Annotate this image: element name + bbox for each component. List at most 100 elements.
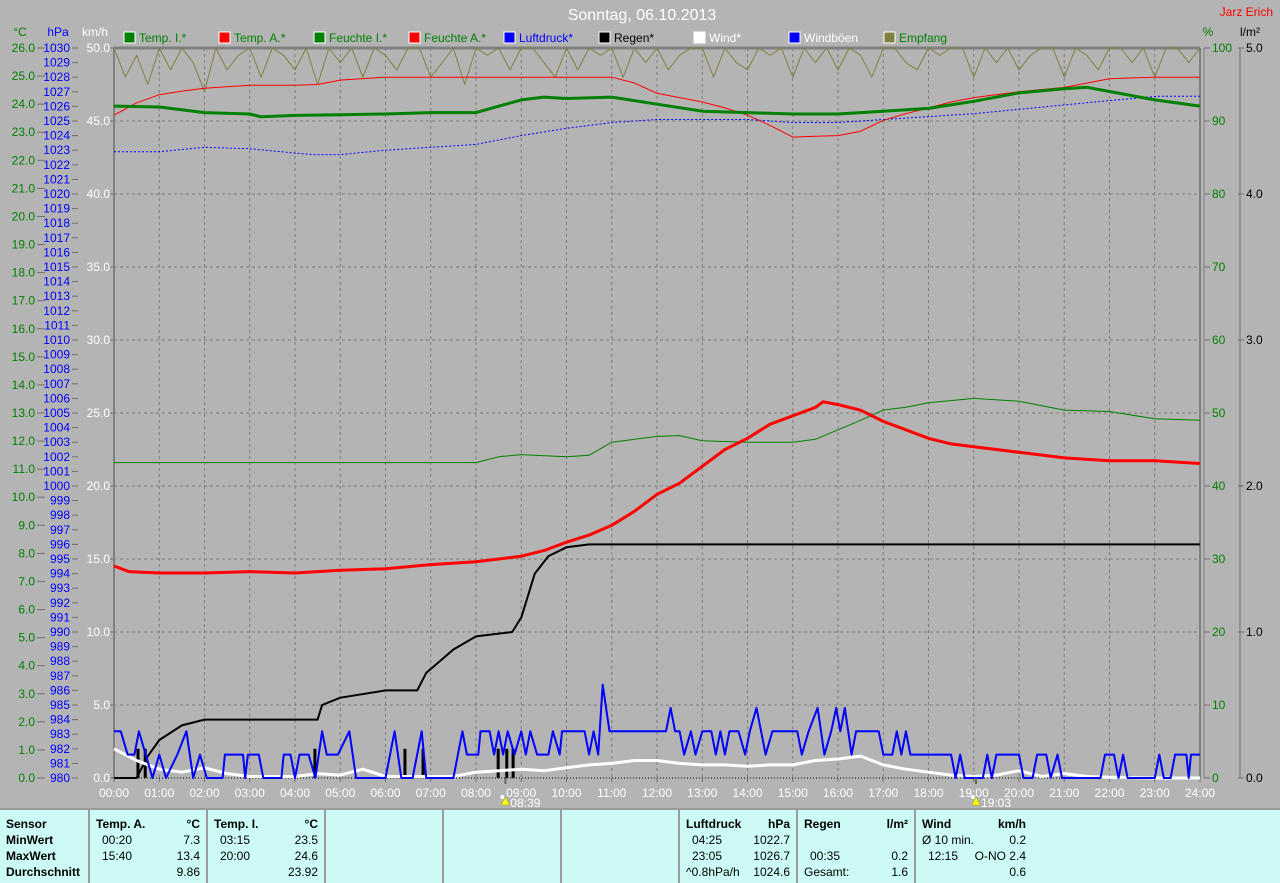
axis-tick-label-hpa: 999 [50, 494, 70, 508]
legend-swatch [123, 31, 136, 44]
axis-tick-label-lm2: 1.0 [1246, 625, 1263, 639]
axis-tick-label-celsius: 22.0 [12, 153, 36, 167]
axis-tick-label-hpa: 1014 [43, 275, 70, 289]
axis-tick-label-celsius: 15.0 [12, 350, 36, 364]
axis-tick-label-hpa: 982 [50, 742, 70, 756]
x-axis-tick-label: 22:00 [1094, 786, 1124, 800]
pressure-max: 1026.7 [753, 849, 790, 863]
summary-panel: Sensor MinWert MaxWert Durchschnitt Temp… [0, 808, 1280, 883]
axis-tick-label-hpa: 994 [50, 567, 70, 581]
weather-chart: Sonntag, 06.10.2013 Jarz Erich Temp. I.*… [12, 5, 1273, 808]
axis-tick-label-hpa: 1005 [43, 406, 70, 420]
axis-tick-label-celsius: 2.0 [18, 715, 35, 729]
axis-tick-label-hpa: 1010 [43, 333, 70, 347]
rain-interval-bar [496, 748, 500, 778]
axis-tick-label-hpa: 985 [50, 698, 70, 712]
summary-temp-a: Temp. A. °C 00:20 7.3 15:40 13.4 9.86 [88, 810, 206, 883]
axis-tick-label-celsius: 5.0 [18, 631, 35, 645]
legend-label: Feuchte I.* [329, 31, 387, 45]
x-axis-tick-label: 03:00 [235, 786, 265, 800]
axis-tick-label-kmh: 50.0 [87, 41, 111, 55]
axis-tick-label-celsius: 17.0 [12, 294, 36, 308]
x-axis-tick-label: 18:00 [913, 786, 943, 800]
axis-tick-label-hpa: 1029 [43, 56, 70, 70]
temp-i-min: 23.5 [294, 833, 318, 847]
sensor-header: Sensor [6, 817, 47, 831]
pressure-max-time: 23:05 [692, 849, 723, 863]
grid [113, 46, 1205, 779]
axis-tick-label-celsius: 4.0 [18, 659, 35, 673]
axis-tick-label-hpa: 996 [50, 537, 70, 551]
x-axis-tick-label: 16:00 [823, 786, 853, 800]
axis-unit-kmh: km/h [82, 25, 108, 39]
legend-swatch [693, 31, 706, 44]
sunrise-cloud-icon [500, 795, 505, 799]
axis-tick-label-hpa: 988 [50, 654, 70, 668]
axis-tick-label-kmh: 0.0 [93, 771, 110, 785]
legend-label: Windböen [804, 31, 858, 45]
rain-header: Regen [804, 817, 841, 831]
axis-tick-label-hpa: 991 [50, 610, 70, 624]
summary-temp-i: Temp. I. °C 03:15 23.5 20:00 24.6 23.92 [206, 810, 324, 883]
axis-tick-label-percent: 90 [1212, 114, 1226, 128]
axis-tick-label-celsius: 10.0 [12, 490, 36, 504]
axis-tick-label-percent: 70 [1212, 260, 1226, 274]
x-axis-tick-label: 24:00 [1185, 786, 1215, 800]
axis-tick-label-celsius: 7.0 [18, 574, 35, 588]
x-axis-tick-label: 11:00 [597, 786, 626, 800]
temp-a-max: 13.4 [176, 849, 200, 863]
wind-unit: km/h [997, 817, 1026, 831]
axis-tick-label-hpa: 1030 [43, 41, 70, 55]
x-axis-tick-label: 04:00 [280, 786, 310, 800]
axis-tick-label-celsius: 11.0 [13, 462, 36, 476]
axis-tick-label-celsius: 8.0 [18, 546, 35, 560]
axis-tick-label-celsius: 3.0 [18, 687, 35, 701]
temp-a-header: Temp. A. [96, 817, 146, 831]
pressure-unit: hPa [767, 817, 790, 831]
axis-unit-lm2: l/m² [1240, 25, 1260, 39]
axis-tick-label-celsius: 20.0 [12, 209, 36, 223]
legend-swatch [218, 31, 231, 44]
axis-tick-label-hpa: 1028 [43, 70, 70, 84]
legend-label: Temp. A.* [234, 31, 286, 45]
wind-header: Wind [922, 817, 952, 831]
legend: Temp. I.* Temp. A.* Feuchte I.* Feuchte A.*… [123, 31, 947, 45]
axis-tick-label-hpa: 990 [50, 625, 70, 639]
axis-tick-label-lm2: 4.0 [1246, 187, 1263, 201]
legend-swatch [408, 31, 421, 44]
legend-label: Feuchte A.* [424, 31, 486, 45]
wind-avg: 0.6 [1009, 865, 1026, 879]
summary-pressure: Luftdruck hPa 04:25 1022.7 23:05 1026.7 ^0.… [678, 810, 796, 883]
wind-gust: O-NO 2.4 [974, 849, 1026, 863]
axis-tick-label-celsius: 25.0 [12, 69, 36, 83]
axis-tick-label-hpa: 993 [50, 581, 70, 595]
temp-i-avg: 23.92 [287, 865, 318, 879]
axis-tick-label-celsius: 1.0 [18, 743, 35, 757]
axis-tick-label-hpa: 983 [50, 727, 70, 741]
wind-avg10-label: Ø 10 min. [922, 833, 975, 847]
rain-unit: l/m² [886, 817, 908, 831]
x-axis-tick-label: 13:00 [687, 786, 717, 800]
axis-tick-label-celsius: 24.0 [12, 97, 36, 111]
sunrise-time-label: 08:39 [510, 796, 540, 808]
legend-swatch [313, 31, 326, 44]
temp-i-max-time: 20:00 [220, 849, 251, 863]
x-axis-tick-label: 08:00 [461, 786, 491, 800]
sunset-time-label: 19:03 [981, 796, 1011, 808]
legend-label: Luftdruck* [519, 31, 573, 45]
axis-tick-label-hpa: 987 [50, 669, 70, 683]
axis-tick-label-celsius: 6.0 [18, 603, 35, 617]
axis-tick-label-hpa: 1013 [43, 289, 70, 303]
author-label: Jarz Erich [1220, 5, 1273, 19]
legend-label: Wind* [709, 31, 741, 45]
axis-tick-label-celsius: 12.0 [12, 434, 36, 448]
axis-tick-label-celsius: 13.0 [12, 406, 36, 420]
axis-tick-label-hpa: 1007 [43, 377, 70, 391]
axis-unit-percent: % [1203, 25, 1214, 39]
axis-tick-label-hpa: 992 [50, 596, 70, 610]
axis-tick-label-hpa: 1021 [43, 172, 70, 186]
summary-empty-2 [442, 810, 560, 883]
axis-tick-label-hpa: 986 [50, 683, 70, 697]
axis-tick-label-hpa: 1009 [43, 348, 70, 362]
axis-tick-label-percent: 50 [1212, 406, 1226, 420]
